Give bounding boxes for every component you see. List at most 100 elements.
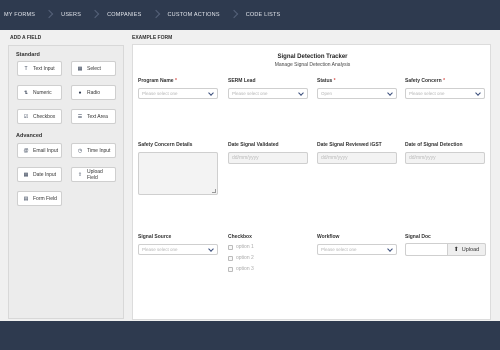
workflow-label: Workflow bbox=[317, 234, 340, 240]
signal-source-select[interactable]: Please select one bbox=[138, 244, 218, 255]
add-numeric-button[interactable]: ⇅ Numeric bbox=[17, 85, 62, 100]
program-name-select[interactable]: Please select one bbox=[138, 88, 218, 99]
nav-users[interactable]: USERS bbox=[50, 0, 92, 30]
numeric-icon: ⇅ bbox=[23, 89, 29, 96]
checkbox-option-3[interactable]: option 3 bbox=[228, 266, 254, 272]
date-signal-reviewed-input[interactable]: dd/mm/yyyy bbox=[317, 152, 397, 164]
safety-concern-details-label: Safety Concern Details bbox=[138, 142, 193, 148]
form-subtitle: Manage Signal Detection Analysis bbox=[274, 62, 351, 68]
status-label-text: Status bbox=[317, 78, 333, 84]
top-nav: MY FORMS USERS COMPANIES CUSTOM ACTIONS … bbox=[0, 0, 500, 30]
upload-icon: ⬆ bbox=[453, 247, 459, 253]
field-palette: Standard T Text Input ▦ Select ⇅ Numeric… bbox=[8, 45, 124, 319]
add-select-button[interactable]: ▦ Select bbox=[71, 61, 116, 76]
select-icon: ▦ bbox=[77, 65, 83, 72]
date-signal-detection-input[interactable]: dd/mm/yyyy bbox=[405, 152, 485, 164]
signal-source-label: Signal Source bbox=[138, 234, 172, 240]
signal-doc-label: Signal Doc bbox=[405, 234, 431, 240]
safety-concern-label-text: Safety Concern bbox=[405, 78, 442, 84]
serm-lead-select[interactable]: Please select one bbox=[228, 88, 308, 99]
tool-label: Email Input bbox=[33, 147, 59, 154]
date-signal-detection-label: Date of Signal Detection bbox=[405, 142, 463, 148]
radio-icon: ● bbox=[78, 89, 82, 96]
nav-code-lists[interactable]: CODE LISTS bbox=[235, 0, 292, 30]
tool-label: Text Area bbox=[87, 113, 108, 120]
checkbox-box[interactable] bbox=[228, 244, 233, 250]
select-placeholder: Please select one bbox=[142, 91, 178, 96]
upload-button-label: Upload bbox=[461, 246, 480, 253]
chevron-down-icon bbox=[298, 90, 304, 96]
checkbox-option-2[interactable]: option 2 bbox=[228, 255, 254, 261]
standard-group-label: Standard bbox=[16, 52, 40, 58]
add-radio-button[interactable]: ● Radio bbox=[71, 85, 116, 100]
email-icon: @ bbox=[23, 147, 29, 154]
add-upload-field-button[interactable]: ⇧ Upload Field bbox=[71, 167, 116, 182]
date-signal-validated-input[interactable]: dd/mm/yyyy bbox=[228, 152, 308, 164]
select-placeholder: Open bbox=[321, 91, 333, 96]
program-name-label: Program Name * bbox=[138, 78, 177, 84]
nav-custom-actions[interactable]: CUSTOM ACTIONS bbox=[157, 0, 231, 30]
date-signal-validated-label: Date Signal Validated bbox=[228, 142, 279, 148]
add-field-title: ADD A FIELD bbox=[10, 35, 42, 41]
chevron-down-icon bbox=[208, 246, 214, 252]
add-text-input-button[interactable]: T Text Input bbox=[17, 61, 62, 76]
checkbox-option-1[interactable]: option 1 bbox=[228, 244, 254, 250]
checkbox-option-label: option 1 bbox=[236, 244, 254, 250]
tool-label: Upload Field bbox=[86, 168, 103, 181]
safety-concern-details-textarea[interactable] bbox=[138, 152, 218, 195]
calendar-icon: ▦ bbox=[23, 171, 29, 178]
date-placeholder: dd/mm/yyyy bbox=[321, 155, 348, 161]
date-placeholder: dd/mm/yyyy bbox=[409, 155, 436, 161]
nav-my-forms[interactable]: MY FORMS bbox=[0, 0, 46, 30]
upload-icon: ⇧ bbox=[77, 171, 83, 178]
chevron-down-icon bbox=[475, 90, 481, 96]
tool-label: Select bbox=[87, 65, 101, 72]
add-time-input-button[interactable]: ◷ Time Input bbox=[71, 143, 116, 158]
required-marker: * bbox=[174, 78, 177, 84]
clock-icon: ◷ bbox=[77, 147, 83, 154]
tool-label: Form Field bbox=[33, 195, 57, 202]
select-placeholder: Please select one bbox=[321, 247, 357, 252]
add-text-area-button[interactable]: ☰ Text Area bbox=[71, 109, 116, 124]
form-icon: ▤ bbox=[23, 195, 29, 202]
select-placeholder: Please select one bbox=[232, 91, 268, 96]
required-marker: * bbox=[333, 78, 336, 84]
tool-label: Radio bbox=[87, 89, 101, 96]
checkbox-option-label: option 2 bbox=[236, 255, 254, 261]
add-checkbox-button[interactable]: ☑ Checkbox bbox=[17, 109, 62, 124]
safety-concern-select[interactable]: Please select one bbox=[405, 88, 485, 99]
select-placeholder: Please select one bbox=[409, 91, 445, 96]
checkbox-box[interactable] bbox=[228, 266, 233, 272]
advanced-group-label: Advanced bbox=[16, 133, 43, 139]
tool-label: Date Input bbox=[33, 171, 57, 178]
form-title: Signal Detection Tracker bbox=[277, 54, 348, 60]
example-form-title: EXAMPLE FORM bbox=[132, 35, 173, 41]
tool-label: Text Input bbox=[33, 65, 55, 72]
add-form-field-button[interactable]: ▤ Form Field bbox=[17, 191, 62, 206]
footer-bar bbox=[0, 321, 500, 350]
example-form: Signal Detection Tracker Manage Signal D… bbox=[132, 44, 491, 320]
serm-lead-label: SERM Lead bbox=[228, 78, 256, 84]
checkbox-group-label: Checkbox bbox=[228, 234, 252, 240]
text-input-icon: T bbox=[24, 65, 28, 72]
tool-label: Checkbox bbox=[33, 113, 56, 120]
chevron-down-icon bbox=[208, 90, 214, 96]
tool-label: Numeric bbox=[33, 89, 52, 96]
checkbox-box[interactable] bbox=[228, 255, 233, 261]
chevron-down-icon bbox=[387, 90, 393, 96]
select-placeholder: Please select one bbox=[142, 247, 178, 252]
nav-companies[interactable]: COMPANIES bbox=[96, 0, 152, 30]
program-name-label-text: Program Name bbox=[138, 78, 174, 84]
checkbox-option-label: option 3 bbox=[236, 266, 254, 272]
status-select[interactable]: Open bbox=[317, 88, 397, 99]
date-signal-reviewed-label: Date Signal Reviewed iGST bbox=[317, 142, 382, 148]
checkbox-icon: ☑ bbox=[23, 113, 29, 120]
text-area-icon: ☰ bbox=[77, 113, 83, 120]
add-email-input-button[interactable]: @ Email Input bbox=[17, 143, 62, 158]
upload-button[interactable]: ⬆ Upload bbox=[448, 243, 486, 256]
workflow-select[interactable]: Please select one bbox=[317, 244, 397, 255]
add-date-input-button[interactable]: ▦ Date Input bbox=[17, 167, 62, 182]
date-placeholder: dd/mm/yyyy bbox=[232, 155, 259, 161]
safety-concern-label: Safety Concern * bbox=[405, 78, 445, 84]
signal-doc-file-input[interactable] bbox=[405, 243, 448, 256]
